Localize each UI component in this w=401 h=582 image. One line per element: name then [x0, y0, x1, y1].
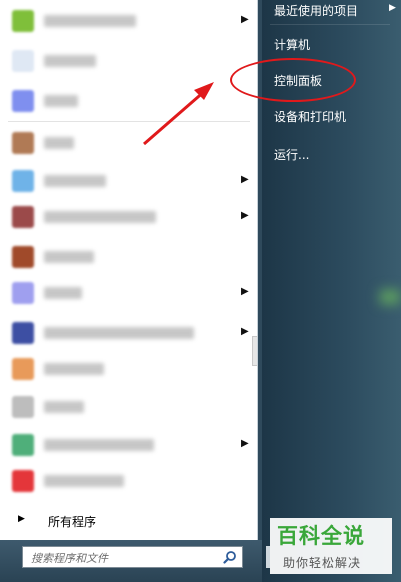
program-icon: [12, 246, 34, 268]
program-list-scroll-handle[interactable]: [252, 336, 257, 366]
program-label-blurred: [44, 287, 82, 299]
program-label-blurred: [44, 175, 106, 187]
submenu-arrow-icon: ▶: [241, 326, 249, 337]
program-label-blurred: [44, 95, 78, 107]
program-label-blurred: [44, 15, 136, 27]
program-label-blurred: [44, 401, 84, 413]
program-item[interactable]: [0, 392, 257, 422]
submenu-arrow-icon: ▶: [241, 174, 249, 185]
submenu-arrow-icon: ▶: [241, 438, 249, 449]
search-input[interactable]: 搜索程序和文件: [22, 546, 243, 568]
program-icon: [12, 170, 34, 192]
program-item[interactable]: ▶: [0, 318, 257, 348]
program-label-blurred: [44, 137, 74, 149]
system-link-item[interactable]: 计算机: [274, 36, 401, 56]
program-icon: [12, 322, 34, 344]
program-icon: [12, 470, 34, 492]
submenu-arrow-icon: ▶: [241, 286, 249, 297]
program-icon: [12, 206, 34, 228]
all-programs-arrow-icon: ▶: [18, 514, 25, 524]
background-glow: [380, 290, 400, 304]
system-link-label: 最近使用的项目: [274, 4, 359, 18]
program-icon: [12, 10, 34, 32]
program-icon: [12, 434, 34, 456]
program-item[interactable]: ▶: [0, 202, 257, 232]
program-icon: [12, 396, 34, 418]
watermark-subtitle: 助你轻松解决: [283, 556, 362, 570]
system-link-item[interactable]: 最近使用的项目 ▶: [274, 2, 401, 22]
program-icon: [12, 358, 34, 380]
all-programs-label: 所有程序: [48, 515, 97, 529]
program-icon: [12, 132, 34, 154]
submenu-arrow-icon: ▶: [389, 3, 396, 13]
program-label-blurred: [44, 55, 96, 67]
program-item[interactable]: [0, 46, 257, 76]
program-item[interactable]: ▶: [0, 6, 257, 36]
program-icon: [12, 50, 34, 72]
system-link-label: 计算机: [274, 38, 311, 52]
program-item[interactable]: ▶: [0, 166, 257, 196]
program-icon: [12, 282, 34, 304]
system-link-label: 运行...: [274, 148, 310, 162]
program-label-blurred: [44, 363, 104, 375]
search-placeholder: 搜索程序和文件: [31, 552, 108, 565]
watermark: 百科全说 助你轻松解决: [270, 518, 392, 574]
program-label-blurred: [44, 439, 154, 451]
program-icon: [12, 90, 34, 112]
search-icon[interactable]: [223, 550, 237, 564]
program-item[interactable]: ▶: [0, 278, 257, 308]
system-link-label: 设备和打印机: [274, 110, 347, 124]
annotation-arrow-icon: [143, 82, 214, 146]
program-item[interactable]: [0, 242, 257, 272]
program-item[interactable]: ▶: [0, 430, 257, 460]
program-item[interactable]: [0, 354, 257, 384]
submenu-arrow-icon: ▶: [241, 210, 249, 221]
watermark-title: 百科全说: [277, 524, 365, 548]
all-programs-button[interactable]: ▶ 所有程序: [0, 506, 257, 534]
system-links-divider: [270, 24, 390, 25]
program-label-blurred: [44, 211, 156, 223]
submenu-arrow-icon: ▶: [241, 14, 249, 25]
program-label-blurred: [44, 475, 124, 487]
system-link-item[interactable]: 运行...: [274, 146, 401, 166]
annotation-circle: [230, 58, 356, 102]
program-label-blurred: [44, 327, 194, 339]
system-link-item[interactable]: 设备和打印机: [274, 108, 401, 128]
program-label-blurred: [44, 251, 94, 263]
program-item[interactable]: [0, 466, 257, 496]
